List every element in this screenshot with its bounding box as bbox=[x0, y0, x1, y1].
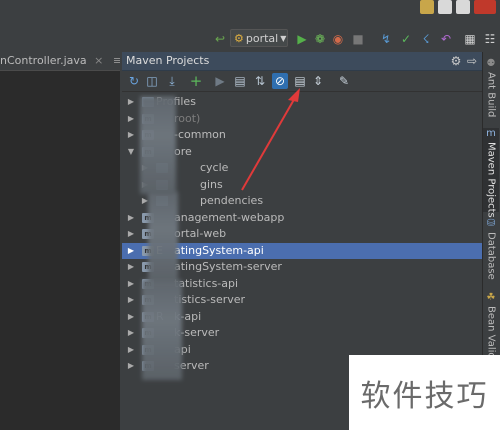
expanded-arrow-icon[interactable]: ▼ bbox=[126, 144, 136, 160]
collapsed-arrow-icon[interactable]: ▶ bbox=[126, 309, 136, 325]
tree-row-label: atingSystem-api bbox=[174, 243, 264, 257]
project-structure-icon[interactable]: ▦ bbox=[462, 31, 478, 47]
stop-icon[interactable]: ■ bbox=[350, 31, 366, 47]
tree-row-label: -common bbox=[174, 128, 226, 141]
bean-icon: ☘ bbox=[486, 292, 496, 303]
collapsed-arrow-icon[interactable]: ▶ bbox=[126, 210, 136, 226]
generate-sources-icon[interactable]: ◫ bbox=[144, 73, 160, 89]
settings-icon[interactable]: ☷ bbox=[482, 31, 498, 47]
annotation-arrow bbox=[241, 88, 300, 191]
run-icon[interactable]: ▶ bbox=[294, 31, 310, 47]
window-title-strip bbox=[0, 0, 500, 27]
side-tab[interactable]: ⛁ Database bbox=[483, 218, 499, 284]
collapsed-arrow-icon[interactable]: ▶ bbox=[126, 111, 136, 127]
settings-icon[interactable]: ✎ bbox=[336, 73, 352, 89]
side-tab-label: Maven Projects bbox=[485, 142, 497, 218]
tree-row-label: root) bbox=[174, 111, 201, 125]
tree-row-label: anagement-webapp bbox=[174, 210, 285, 224]
vcs-commit-icon[interactable]: ✓ bbox=[398, 31, 414, 47]
run-config-icon: ⚙ bbox=[234, 31, 244, 45]
debug-icon[interactable]: ❁ bbox=[312, 31, 328, 47]
panel-title: Maven Projects bbox=[126, 54, 210, 67]
maven-icon: m bbox=[486, 128, 496, 139]
redaction-blur bbox=[142, 280, 182, 380]
watermark: 软件技巧 bbox=[349, 355, 500, 430]
database-icon: ⛁ bbox=[486, 218, 496, 229]
coverage-icon[interactable]: ◉ bbox=[330, 31, 346, 47]
collapsed-arrow-icon[interactable]: ▶ bbox=[126, 325, 136, 341]
vcs-revert-icon[interactable]: ↶ bbox=[438, 31, 454, 47]
vcs-update-icon[interactable]: ↯ bbox=[378, 31, 394, 47]
window-control-close[interactable] bbox=[474, 0, 496, 14]
tree-row-label: ortal-web bbox=[174, 227, 227, 240]
download-icon[interactable]: ⤓ bbox=[164, 73, 180, 89]
run-build-icon[interactable]: ▶ bbox=[212, 73, 228, 89]
reimport-icon[interactable]: ↻ bbox=[126, 73, 142, 89]
side-tab-label: Ant Build bbox=[485, 72, 497, 118]
side-tab[interactable]: ☘ Bean Validati bbox=[483, 292, 499, 372]
side-tab[interactable]: m Maven Projects bbox=[483, 128, 499, 218]
collapsed-arrow-icon[interactable]: ▶ bbox=[126, 276, 136, 292]
main-toolbar: ↩ ⚙ portal ▼ ▶ ❁ ◉ ■ ↯ ✓ ☇ ↶ ▦ ☷ bbox=[0, 26, 500, 53]
tree-row-label: gins bbox=[200, 177, 223, 191]
editor-pane[interactable] bbox=[0, 71, 120, 430]
collapsed-arrow-icon[interactable]: ▶ bbox=[126, 292, 136, 308]
back-arrow-icon[interactable]: ↩ bbox=[212, 31, 228, 47]
chevron-down-icon: ▼ bbox=[280, 33, 287, 43]
window-control-yellow[interactable] bbox=[420, 0, 434, 14]
tree-row-label: ore bbox=[174, 144, 192, 158]
add-icon[interactable]: + bbox=[188, 73, 204, 89]
collapse-all-icon[interactable]: ⇕ bbox=[310, 73, 326, 89]
editor-tab[interactable]: nController.java × ≡₂ bbox=[0, 52, 126, 70]
gear-icon[interactable]: ⚙ bbox=[448, 53, 464, 69]
collapsed-arrow-icon[interactable]: ▶ bbox=[126, 94, 136, 110]
run-configuration-selector[interactable]: ⚙ portal ▼ bbox=[230, 29, 288, 47]
tree-row-label: tatistics-api bbox=[174, 276, 239, 290]
tree-row-label: tistics-server bbox=[174, 293, 246, 306]
side-tab-label: Database bbox=[485, 232, 497, 280]
redaction-blur bbox=[140, 96, 176, 194]
collapsed-arrow-icon[interactable]: ▶ bbox=[126, 342, 136, 358]
collapsed-arrow-icon[interactable]: ▶ bbox=[126, 127, 136, 143]
collapsed-arrow-icon[interactable]: ▶ bbox=[126, 259, 136, 275]
editor-tab-label: nController.java bbox=[0, 54, 87, 67]
run-config-label: portal bbox=[245, 31, 279, 45]
redaction-blur bbox=[148, 192, 178, 284]
window-control-restore[interactable] bbox=[456, 0, 470, 14]
side-tab[interactable]: ⚉ Ant Build bbox=[483, 58, 499, 118]
ant-icon: ⚉ bbox=[486, 58, 496, 69]
window-control-maximize[interactable] bbox=[438, 0, 452, 14]
collapsed-arrow-icon[interactable]: ▶ bbox=[126, 358, 136, 374]
vcs-compare-icon[interactable]: ☇ bbox=[418, 31, 434, 47]
tab-close-icon[interactable]: × bbox=[94, 54, 103, 67]
collapsed-arrow-icon[interactable]: ▶ bbox=[126, 243, 136, 259]
tree-row-label: cycle bbox=[200, 161, 229, 174]
tree-row-label: atingSystem-server bbox=[174, 260, 282, 273]
collapsed-arrow-icon[interactable]: ▶ bbox=[126, 226, 136, 242]
hide-icon[interactable]: ⇨ bbox=[464, 53, 480, 69]
